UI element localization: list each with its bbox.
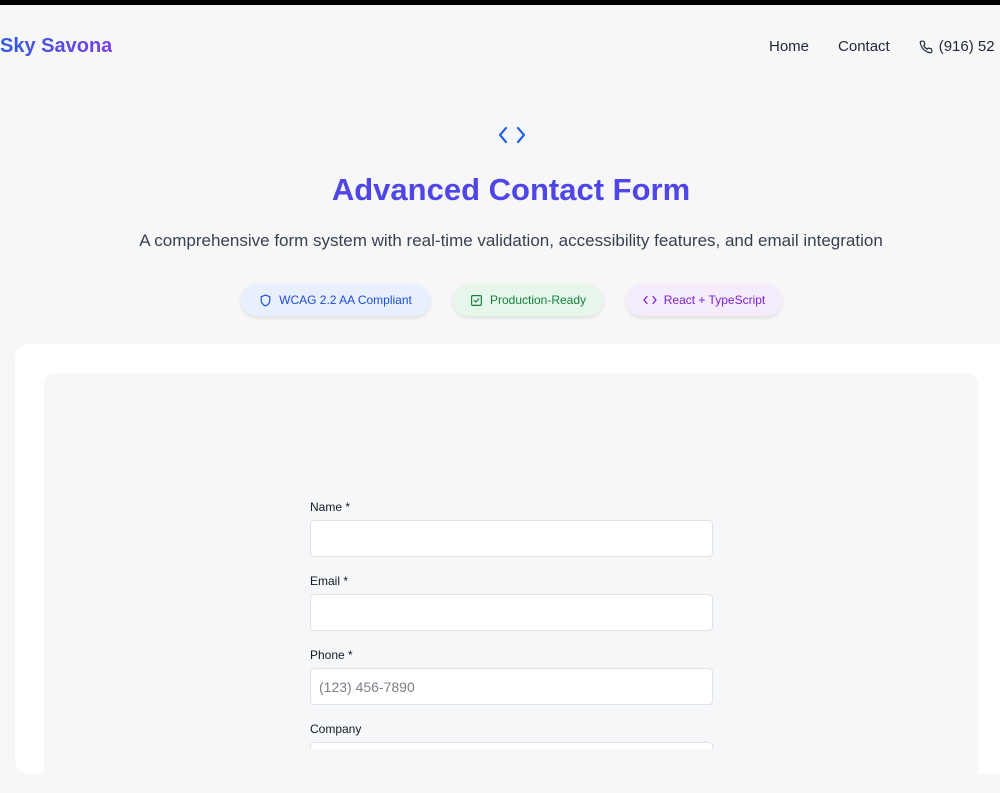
badge-label: WCAG 2.2 AA Compliant [279, 293, 412, 307]
nav-phone-link[interactable]: (916) 52 [919, 38, 995, 55]
nav-link-home[interactable]: Home [769, 38, 809, 55]
site-header: Sky Savona Home Contact (916) 52 [0, 5, 1000, 89]
email-input[interactable] [310, 594, 713, 631]
phone-input[interactable] [310, 668, 713, 705]
brand-logo[interactable]: Sky Savona [0, 35, 112, 58]
badge-production-ready: Production-Ready [453, 284, 603, 316]
page-subtitle: A comprehensive form system with real-ti… [139, 231, 883, 250]
phone-icon [919, 40, 933, 53]
phone-label: Phone * [310, 648, 353, 662]
nav-link-contact[interactable]: Contact [838, 38, 890, 55]
badge-label: Production-Ready [489, 293, 587, 307]
email-label: Email * [310, 574, 349, 588]
nav-links: Home Contact (916) 52 [769, 38, 995, 55]
code-icon [498, 126, 526, 144]
check-square-icon [470, 294, 482, 306]
badge-wcag: WCAG 2.2 AA Compliant [241, 284, 430, 316]
badge-react-typescript: React + TypeScript [626, 284, 782, 316]
code-icon [643, 295, 657, 305]
company-label: Company [310, 722, 362, 736]
phone-number: (916) 52 [938, 38, 995, 55]
company-input[interactable] [310, 742, 713, 749]
name-label: Name * [310, 500, 351, 514]
feature-badges: WCAG 2.2 AA Compliant Production-Ready R… [0, 284, 1000, 318]
badge-label: React + TypeScript [663, 293, 766, 307]
name-input[interactable] [310, 520, 713, 557]
shield-icon [260, 293, 271, 307]
page-title: Advanced Contact Form [331, 172, 691, 207]
form-panel [44, 373, 978, 793]
